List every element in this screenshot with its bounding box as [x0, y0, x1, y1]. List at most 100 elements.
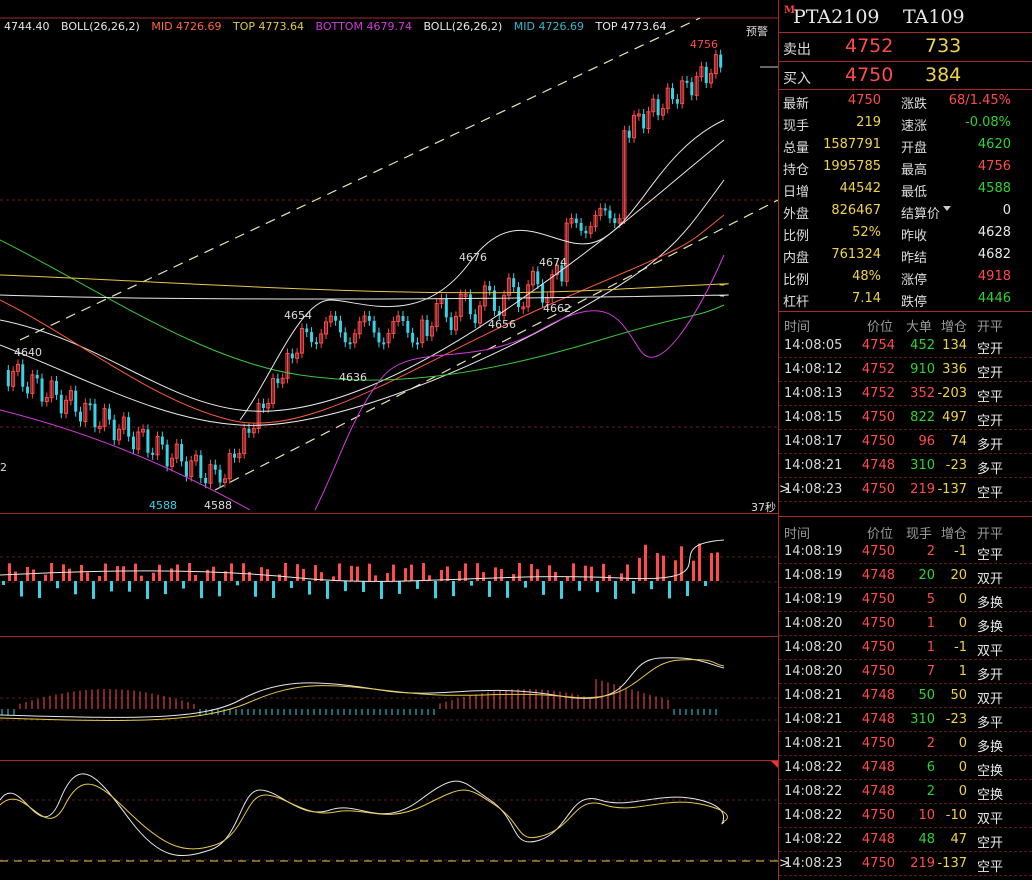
cell-volume: 50: [918, 688, 935, 703]
stat-value: 4446: [977, 291, 1011, 306]
volume-bar: [620, 573, 623, 581]
candle-body: [675, 99, 679, 104]
cell-open-interest: -10: [945, 808, 967, 823]
candle-body: [88, 403, 92, 406]
kline-chart-area[interactable]: 4744.40 BOLL(26,26,2) MID 4726.69 TOP 47…: [0, 0, 778, 880]
col-time: 时间: [784, 320, 811, 335]
candle-body: [199, 455, 203, 478]
row-separator: [779, 875, 1032, 876]
table-row[interactable]: 14:08:22 4748 2 0 空换: [779, 780, 1032, 804]
cell-open-interest: 20: [950, 568, 967, 583]
volume-bar: [140, 575, 143, 581]
contract-code: TA109: [903, 6, 965, 28]
stat-label: 速涨: [901, 119, 928, 134]
trend-line-upper: [19, 17, 701, 341]
ask-row[interactable]: 卖出 4752 733: [779, 33, 1032, 61]
candle-body: [608, 210, 612, 219]
price-label-4676: 4676: [459, 251, 487, 264]
table-row[interactable]: 14:08:21 4748 50 50 双开: [779, 684, 1032, 708]
stat-value: 7.14: [852, 291, 881, 306]
stat-label: 最低: [901, 185, 928, 200]
candle-body: [334, 316, 338, 321]
cell-time: 14:08:21: [784, 736, 843, 751]
cell-time: 14:08:19: [784, 592, 843, 607]
candle-body: [218, 469, 222, 483]
left-edge-label: 2: [0, 461, 7, 474]
table-row[interactable]: >14:08:23 4750 219 -137 空平: [779, 852, 1032, 876]
volume-bar: [116, 566, 119, 581]
volume-bar: [188, 563, 191, 581]
bid-row[interactable]: 买入 4750 384: [779, 62, 1032, 90]
cell-volume: 2: [926, 784, 935, 799]
volume-bar: [668, 581, 671, 599]
volume-bar: [338, 563, 341, 581]
table-row[interactable]: 14:08:19 4748 20 20 双开: [779, 564, 1032, 588]
boll-value-3: TOP 4773.64: [233, 20, 305, 33]
ma-red: [0, 214, 725, 424]
cell-type: 双开: [977, 692, 1004, 707]
col-bigorder: 大单: [906, 320, 933, 335]
table-row[interactable]: 14:08:05 4754 452 134 空开: [779, 334, 1032, 358]
volume-bar: [152, 572, 155, 581]
volume-bar: [278, 574, 281, 581]
kline-chart-svg[interactable]: [0, 0, 778, 880]
cell-type: 双平: [977, 644, 1004, 659]
price-label-4674: 4674: [539, 256, 567, 269]
table-row[interactable]: 14:08:19 4750 5 0 多换: [779, 588, 1032, 612]
volume-bar: [398, 581, 401, 594]
candle-body: [93, 403, 97, 428]
volume-bar: [98, 576, 101, 581]
cell-price: 4750: [861, 856, 895, 871]
volume-bar: [74, 581, 77, 595]
candle-body: [35, 374, 39, 379]
table-row[interactable]: 14:08:22 4748 6 0 空换: [779, 756, 1032, 780]
volume-bar: [80, 564, 83, 581]
stat-label: 比例: [783, 229, 810, 244]
cell-type: 空平: [977, 486, 1004, 501]
table-row[interactable]: 14:08:21 4748 310 -23 多平: [779, 454, 1032, 478]
volume-bar: [446, 566, 449, 581]
table-row[interactable]: 14:08:17 4750 96 74 多开: [779, 430, 1032, 454]
volume-bar: [260, 567, 263, 581]
stat-value: 52%: [852, 225, 881, 240]
cell-time: 14:08:05: [784, 338, 843, 353]
cell-open-interest: 0: [958, 592, 967, 607]
stat-value: 4620: [977, 137, 1011, 152]
table-row[interactable]: 14:08:21 4748 310 -23 多平: [779, 708, 1032, 732]
candle-body: [184, 461, 188, 477]
table-row[interactable]: 14:08:19 4750 2 -1 空平: [779, 540, 1032, 564]
cell-open-interest: 1: [958, 664, 967, 679]
cell-time: 14:08:22: [784, 832, 843, 847]
table-row[interactable]: 14:08:12 4752 910 336 空开: [779, 358, 1032, 382]
table-row[interactable]: 14:08:13 4752 352 -203 空平: [779, 382, 1032, 406]
warning-label[interactable]: 预警: [746, 23, 768, 39]
col-price: 价位: [867, 320, 894, 335]
cell-volume: 310: [910, 458, 935, 473]
corner-marker: [770, 760, 778, 768]
candle-body: [541, 284, 545, 303]
table-row[interactable]: 14:08:21 4750 2 0 多换: [779, 732, 1032, 756]
volume-bar: [410, 564, 413, 581]
stat-row: 内盘 761324 昨结 4682: [779, 244, 1032, 266]
candle-body: [536, 271, 540, 285]
col-type: 开平: [977, 320, 1004, 335]
bid-price: 4750: [845, 64, 894, 86]
table-row[interactable]: 14:08:20 4750 1 -1 双平: [779, 636, 1032, 660]
dropdown-arrow-icon[interactable]: [943, 206, 951, 211]
cell-price: 4750: [861, 808, 895, 823]
cell-price: 4748: [861, 832, 895, 847]
volume-bar: [518, 563, 521, 581]
volume-bar: [710, 553, 713, 581]
table-row[interactable]: 14:08:15 4750 822 497 空开: [779, 406, 1032, 430]
table-row[interactable]: >14:08:23 4750 219 -137 空平: [779, 478, 1032, 502]
volume-bar: [38, 581, 41, 599]
contract-title[interactable]: M PTA2109 TA109: [779, 4, 1032, 30]
ask-label: 卖出: [783, 42, 811, 58]
table-row[interactable]: 14:08:20 4750 7 1 多开: [779, 660, 1032, 684]
table-row[interactable]: 14:08:22 4748 48 47 空开: [779, 828, 1032, 852]
candle-body: [305, 328, 309, 333]
cell-type: 空开: [977, 342, 1004, 357]
volume-bar: [392, 564, 395, 581]
table-row[interactable]: 14:08:22 4750 10 -10 双平: [779, 804, 1032, 828]
table-row[interactable]: 14:08:20 4750 1 0 多换: [779, 612, 1032, 636]
